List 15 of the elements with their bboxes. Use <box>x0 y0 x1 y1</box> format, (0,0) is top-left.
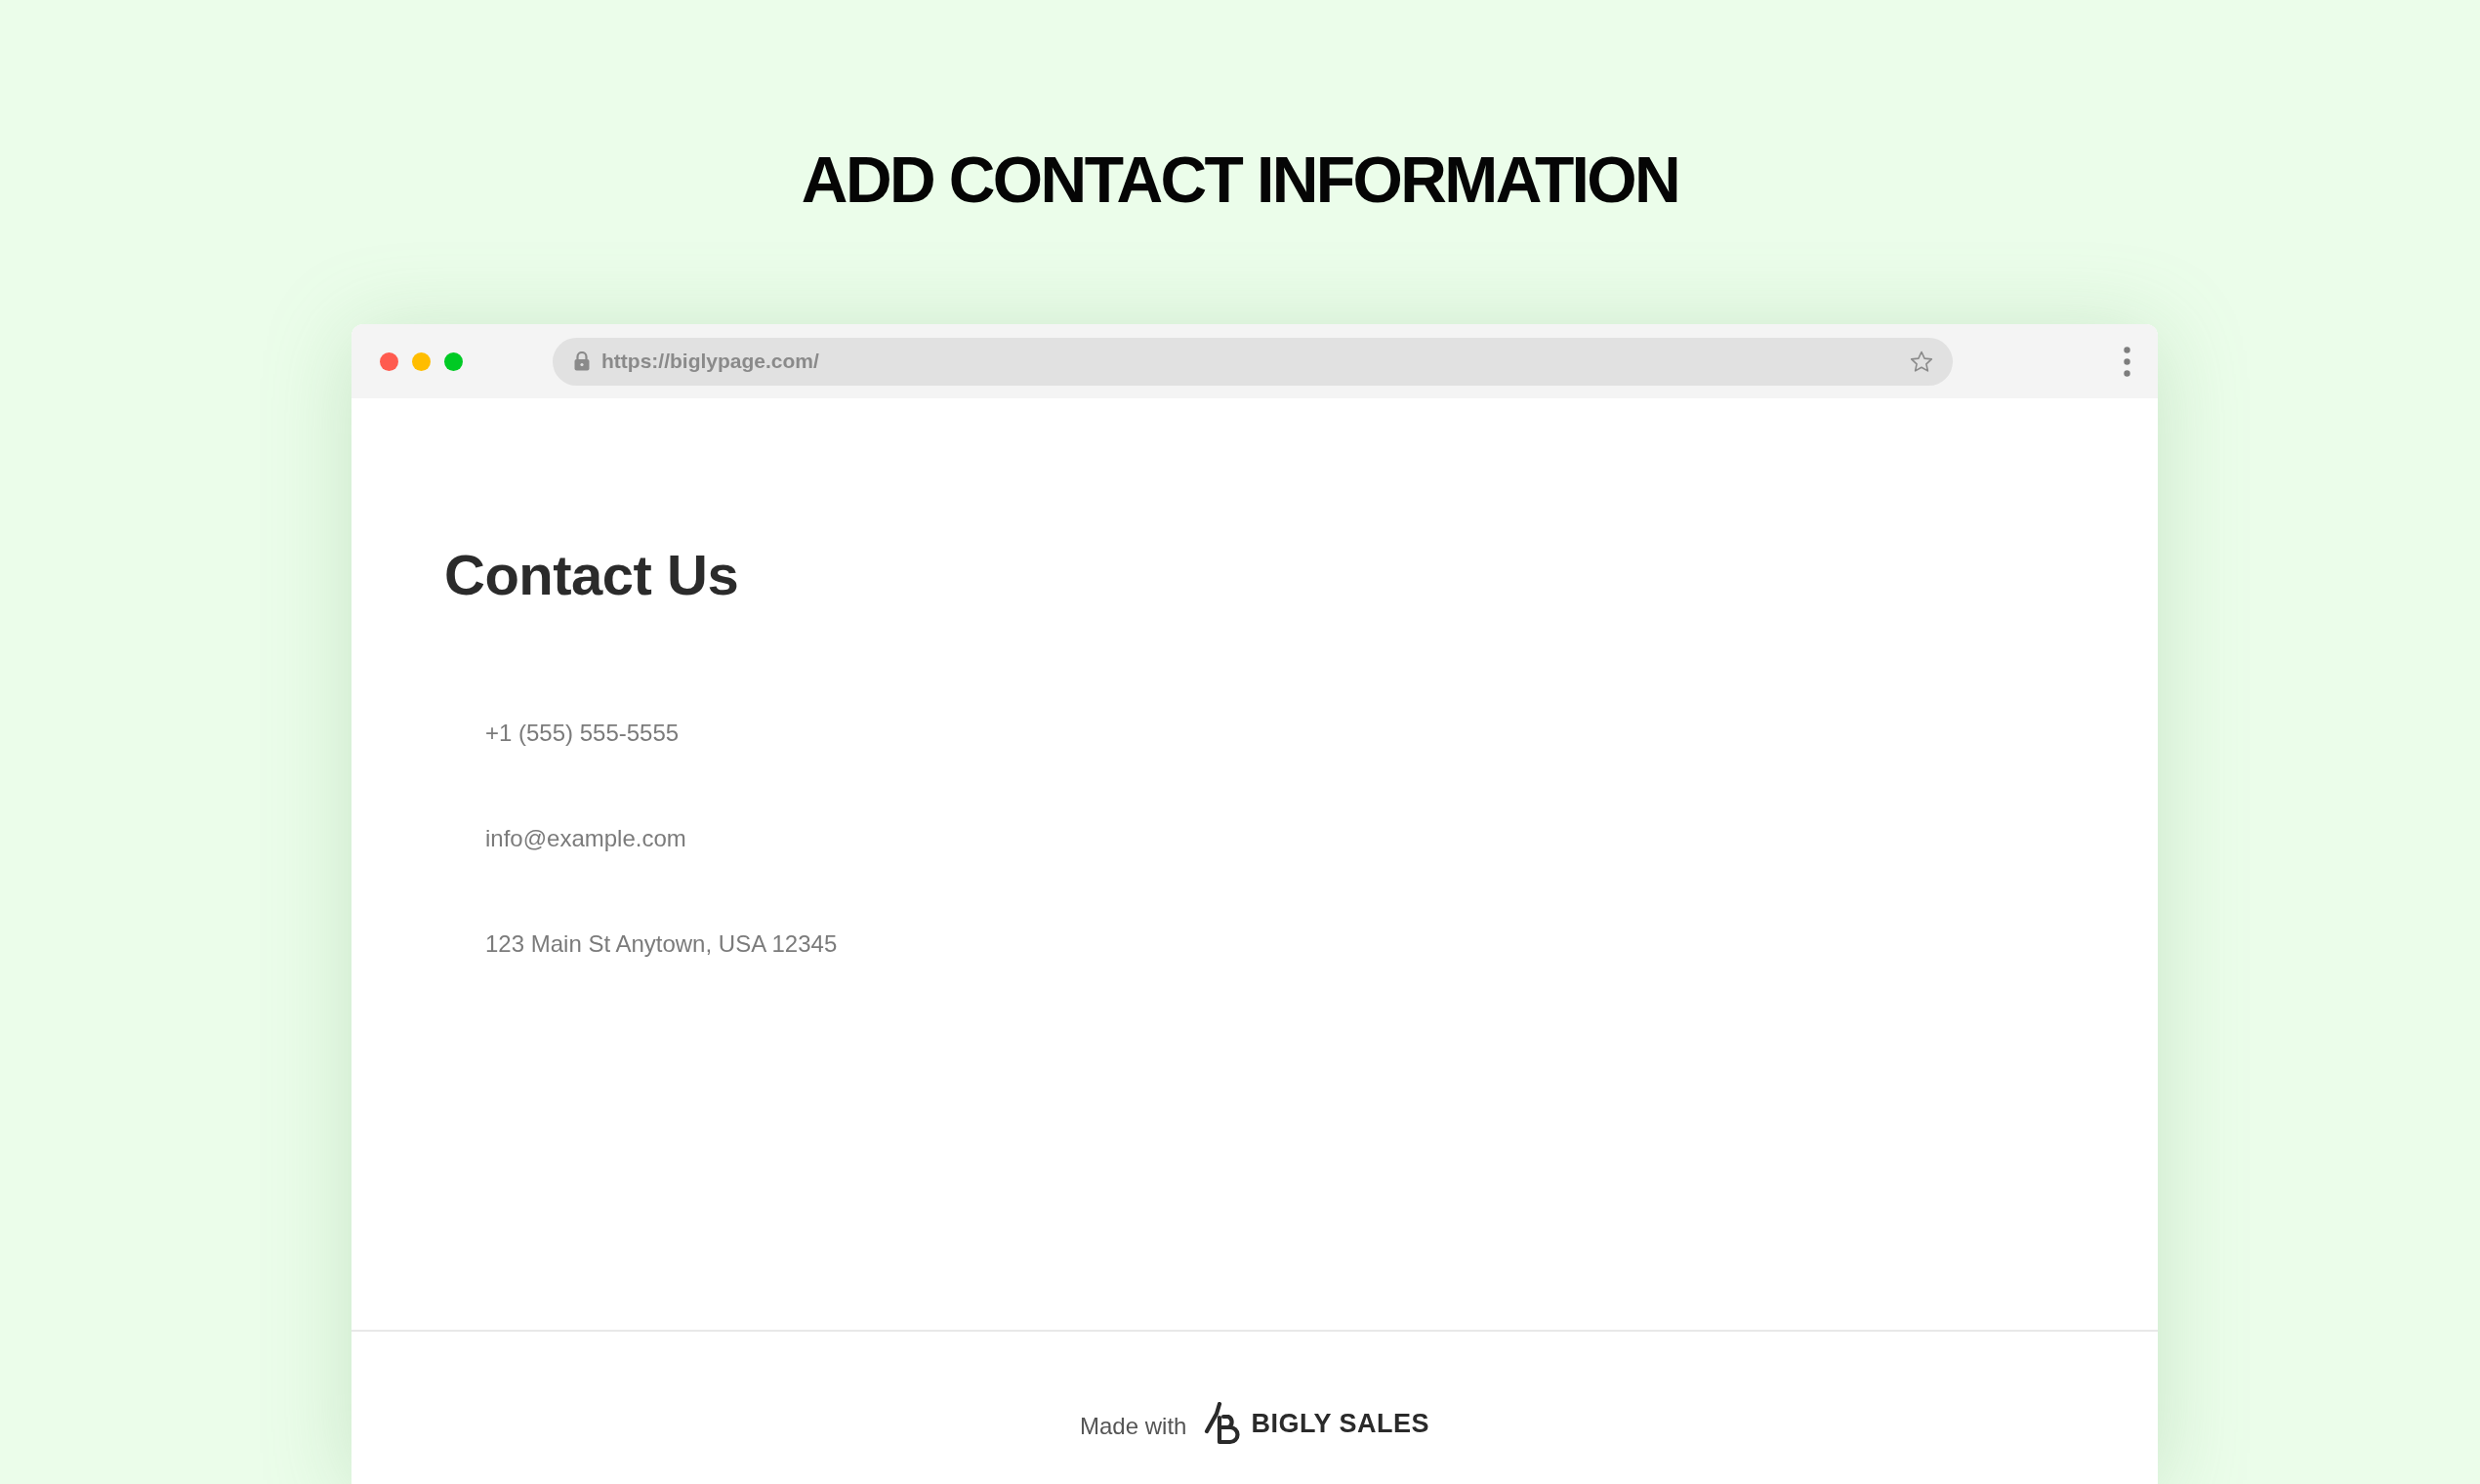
contact-info-text: +1 (555) 555-5555 <box>485 719 681 747</box>
page-heading: ADD CONTACT INFORMATION <box>801 148 1679 211</box>
window-control-icon[interactable] <box>412 351 431 371</box>
more-options-icon[interactable] <box>2124 346 2130 377</box>
logo-icon <box>1204 1402 1242 1445</box>
made-with-text: Made with <box>1080 1413 1187 1440</box>
window-control-icon[interactable] <box>444 351 463 371</box>
star-icon[interactable] <box>1910 350 1933 373</box>
address-field[interactable]: https://biglypage.com/ <box>553 337 1953 386</box>
window-control-icon[interactable] <box>380 351 398 371</box>
lock-icon <box>574 351 590 371</box>
contact-info-text: info@example.com <box>485 824 687 852</box>
brand-name-text: BIGLY SALES <box>1251 1408 1429 1439</box>
page-title: Contact Us <box>444 542 739 608</box>
contact-info-text: 123 Main St Anytown, USA 12345 <box>485 929 838 958</box>
